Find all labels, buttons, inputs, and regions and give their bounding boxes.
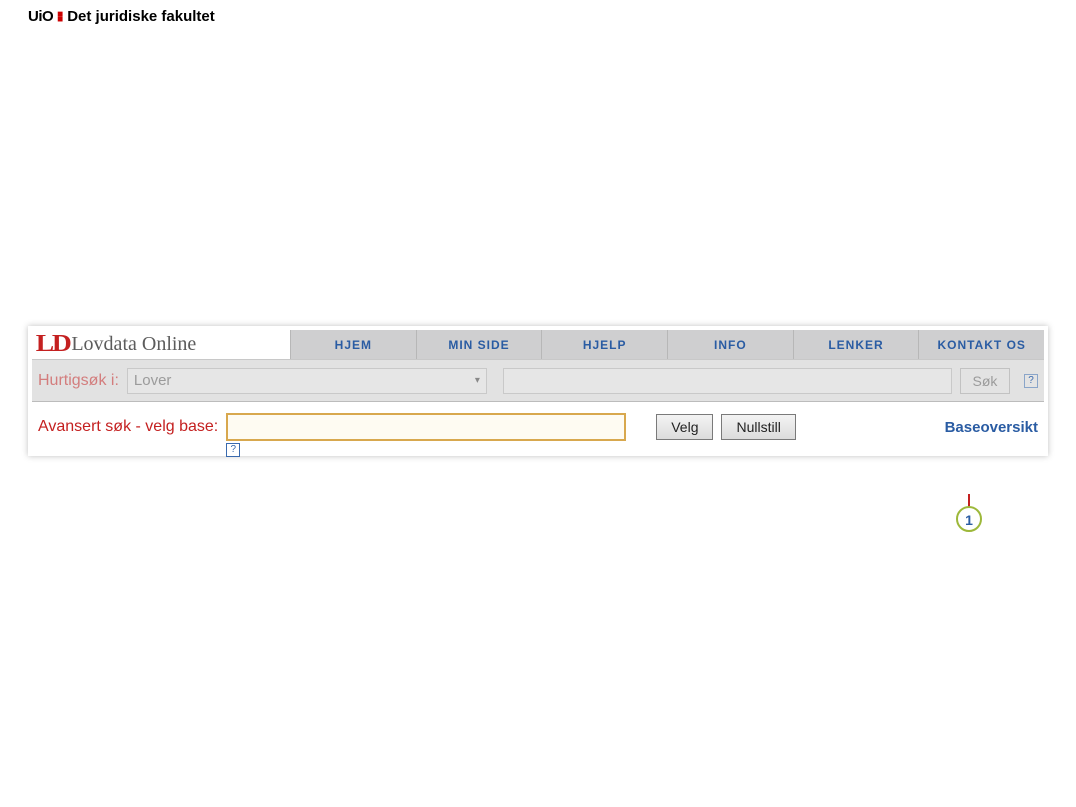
- uio-dots-icon: ■■: [57, 12, 63, 22]
- quick-search-help-icon[interactable]: ?: [1024, 374, 1038, 388]
- velg-button[interactable]: Velg: [656, 414, 713, 440]
- advanced-search-help-icon[interactable]: ?: [226, 443, 240, 457]
- advanced-search-bar: Avansert søk - velg base: ? Velg Nullsti…: [32, 402, 1044, 452]
- brand-area[interactable]: LD Lovdata Online: [32, 330, 290, 359]
- quick-search-select[interactable]: Lover ▾: [127, 368, 487, 394]
- uio-logo-text: UiO: [28, 8, 53, 25]
- search-button[interactable]: Søk: [960, 368, 1010, 394]
- nav-hjelp[interactable]: HJELP: [541, 330, 667, 359]
- quick-search-input[interactable]: [503, 368, 952, 394]
- nullstill-button[interactable]: Nullstill: [721, 414, 795, 440]
- brand-mark-icon: LD: [36, 331, 70, 358]
- brand-text: Lovdata Online: [71, 333, 196, 356]
- main-nav: HJEM MIN SIDE HJELP INFO LENKER KONTAKT …: [290, 330, 1044, 359]
- nav-hjem[interactable]: HJEM: [290, 330, 416, 359]
- nav-lenker[interactable]: LENKER: [793, 330, 919, 359]
- advanced-search-input-wrap: ?: [226, 413, 626, 441]
- advanced-search-label: Avansert søk - velg base:: [38, 418, 218, 436]
- uio-faculty-name: Det juridiske fakultet: [67, 8, 215, 25]
- lovdata-panel: LD Lovdata Online HJEM MIN SIDE HJELP IN…: [28, 326, 1048, 456]
- quick-search-selected-value: Lover: [134, 372, 172, 389]
- quick-search-label: Hurtigsøk i:: [38, 372, 119, 390]
- callout-badge-1: 1: [956, 506, 982, 532]
- nav-min-side[interactable]: MIN SIDE: [416, 330, 542, 359]
- advanced-search-input[interactable]: [226, 413, 626, 441]
- nav-kontakt-oss[interactable]: KONTAKT OS: [918, 330, 1044, 359]
- baseoversikt-link[interactable]: Baseoversikt: [945, 419, 1038, 436]
- top-bar: LD Lovdata Online HJEM MIN SIDE HJELP IN…: [32, 330, 1044, 360]
- quick-search-bar: Hurtigsøk i: Lover ▾ Søk ?: [32, 360, 1044, 402]
- page-header: UiO ■■ Det juridiske fakultet: [28, 8, 215, 25]
- chevron-down-icon: ▾: [475, 375, 480, 386]
- nav-info[interactable]: INFO: [667, 330, 793, 359]
